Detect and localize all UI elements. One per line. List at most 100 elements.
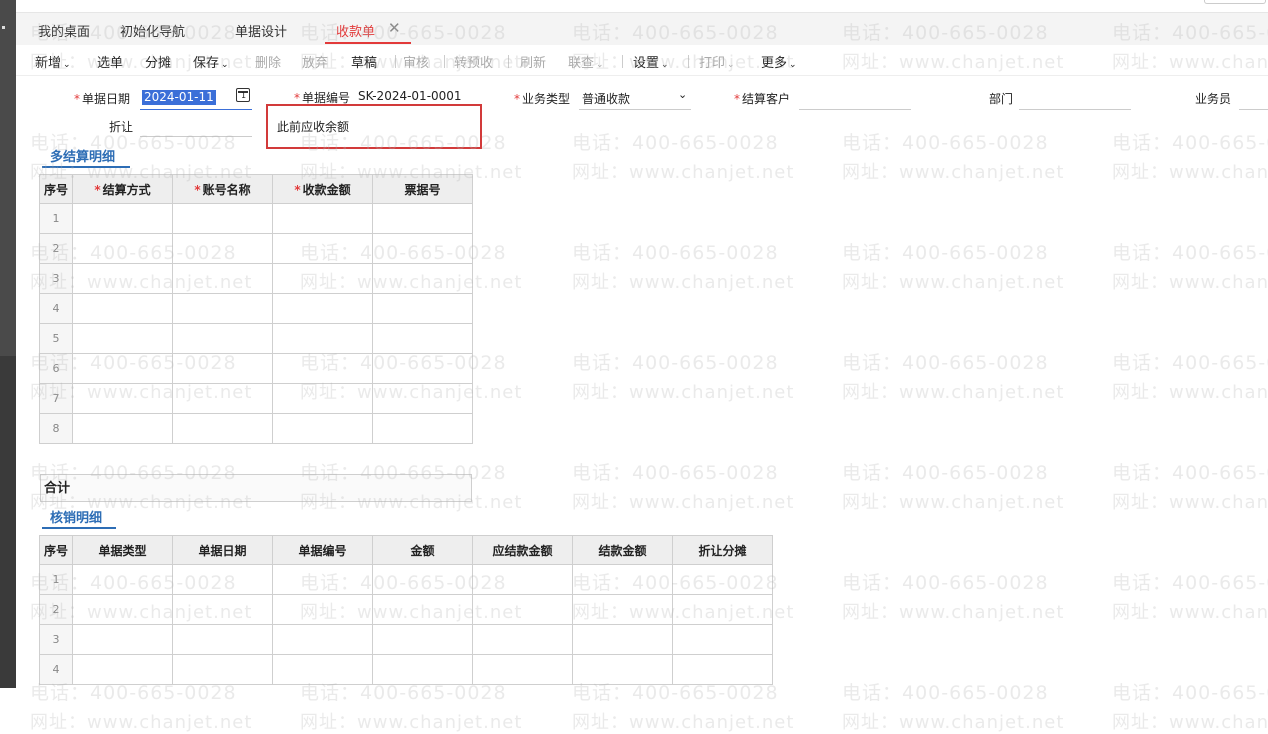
chevron-down-icon[interactable]: ⌄ xyxy=(678,88,687,101)
table-cell[interactable] xyxy=(372,624,473,655)
table-cell[interactable] xyxy=(372,233,473,264)
watermark-phone: 电话：400-665-0028 xyxy=(842,462,1049,484)
table-cell[interactable] xyxy=(272,203,373,234)
table-row: 4 xyxy=(39,293,473,324)
table-cell[interactable] xyxy=(472,624,573,655)
salesman-input[interactable] xyxy=(1239,109,1268,110)
table-cell[interactable] xyxy=(272,233,373,264)
table-cell[interactable] xyxy=(672,654,773,685)
audit-button[interactable]: 审核 xyxy=(403,52,429,71)
table-cell[interactable] xyxy=(272,323,373,354)
discard-button[interactable]: 放弃 xyxy=(302,52,328,71)
table-cell[interactable] xyxy=(172,564,273,595)
watermark-url: 网址：www.chanjet.net xyxy=(572,492,795,513)
table-cell[interactable] xyxy=(272,293,373,324)
table-cell[interactable] xyxy=(572,564,673,595)
table-cell[interactable] xyxy=(472,654,573,685)
table-cell[interactable] xyxy=(372,353,473,384)
table-cell[interactable] xyxy=(172,203,273,234)
table-cell[interactable] xyxy=(272,383,373,414)
number-field[interactable]: SK-2024-01-0001 xyxy=(358,89,462,103)
table-cell[interactable] xyxy=(272,654,373,685)
watermark-phone: 电话：400-665-0028 xyxy=(1112,682,1268,704)
more-button[interactable]: 更多 ⌄ xyxy=(761,52,797,71)
writeoff-section-title[interactable]: 核销明细 xyxy=(50,507,102,526)
table-cell[interactable] xyxy=(172,624,273,655)
table-cell[interactable] xyxy=(472,594,573,625)
table-cell[interactable] xyxy=(372,383,473,414)
tab-close-icon[interactable]: ✕ xyxy=(388,19,401,37)
table-cell[interactable] xyxy=(72,624,173,655)
table-cell[interactable] xyxy=(72,654,173,685)
table-cell[interactable] xyxy=(172,263,273,294)
top-right-control[interactable] xyxy=(1204,0,1266,4)
print-button[interactable]: 打印 ⌄ xyxy=(699,52,735,71)
table-cell[interactable] xyxy=(272,413,373,444)
table-cell[interactable] xyxy=(172,233,273,264)
table-cell[interactable] xyxy=(572,654,673,685)
table-cell[interactable] xyxy=(272,353,373,384)
biz-type-select[interactable]: 普通收款 xyxy=(582,90,630,107)
table-cell[interactable] xyxy=(372,594,473,625)
table-cell[interactable] xyxy=(372,654,473,685)
discount-input[interactable] xyxy=(140,136,252,137)
table-cell[interactable] xyxy=(72,233,173,264)
table-cell[interactable] xyxy=(72,564,173,595)
tab-receipt[interactable]: 收款单 xyxy=(336,21,375,40)
table-cell[interactable] xyxy=(672,624,773,655)
tab-doc-design[interactable]: 单据设计 xyxy=(235,21,287,40)
table-cell[interactable] xyxy=(572,624,673,655)
customer-input[interactable] xyxy=(799,109,911,110)
draft-button[interactable]: 草稿 xyxy=(351,52,377,71)
table-cell[interactable] xyxy=(372,323,473,354)
save-button[interactable]: 保存 ⌄ xyxy=(193,52,229,71)
settlement-section-title[interactable]: 多结算明细 xyxy=(50,146,115,165)
table-cell[interactable] xyxy=(172,413,273,444)
table-cell[interactable] xyxy=(72,203,173,234)
table-cell[interactable] xyxy=(372,263,473,294)
table-cell[interactable] xyxy=(272,564,373,595)
allocate-button[interactable]: 分摊 xyxy=(145,52,171,71)
table-cell[interactable] xyxy=(72,594,173,625)
link-query-button[interactable]: 联查 ⌄ xyxy=(568,52,604,71)
table-cell[interactable] xyxy=(72,263,173,294)
table-cell[interactable] xyxy=(272,263,373,294)
tab-desktop[interactable]: 我的桌面 xyxy=(38,21,90,40)
table-cell[interactable] xyxy=(272,624,373,655)
table-cell[interactable] xyxy=(672,594,773,625)
table-cell[interactable] xyxy=(672,564,773,595)
table-cell[interactable] xyxy=(272,594,373,625)
date-field[interactable]: 2024-01-11 xyxy=(142,90,216,105)
settings-button[interactable]: 设置 ⌄ xyxy=(633,52,669,71)
calendar-icon[interactable] xyxy=(236,88,250,102)
table-cell[interactable] xyxy=(72,293,173,324)
table-cell[interactable] xyxy=(172,353,273,384)
row-number: 3 xyxy=(39,263,73,294)
table-cell[interactable] xyxy=(172,654,273,685)
table-cell[interactable] xyxy=(372,203,473,234)
table-cell[interactable] xyxy=(72,383,173,414)
watermark-phone: 电话：400-665-0028 xyxy=(1112,242,1268,264)
table-row: 1 xyxy=(39,564,773,595)
table-cell[interactable] xyxy=(172,293,273,324)
table-cell[interactable] xyxy=(72,413,173,444)
watermark-url: 网址：www.chanjet.net xyxy=(1112,712,1268,733)
table-cell[interactable] xyxy=(172,323,273,354)
dept-input[interactable] xyxy=(1019,109,1131,110)
select-doc-button[interactable]: 选单 xyxy=(97,52,123,71)
tab-init-nav[interactable]: 初始化导航 xyxy=(120,21,185,40)
table-cell[interactable] xyxy=(372,413,473,444)
table-cell[interactable] xyxy=(572,594,673,625)
delete-button[interactable]: 删除 xyxy=(255,52,281,71)
to-prereceive-button[interactable]: 转预收 xyxy=(454,52,493,71)
table-cell[interactable] xyxy=(372,564,473,595)
table-cell[interactable] xyxy=(472,564,573,595)
refresh-button[interactable]: 刷新 xyxy=(520,52,546,71)
table-cell[interactable] xyxy=(72,323,173,354)
table-cell[interactable] xyxy=(72,353,173,384)
new-button[interactable]: 新增 ⌄ xyxy=(35,52,71,71)
table-cell[interactable] xyxy=(172,594,273,625)
chevron-down-icon: ⌄ xyxy=(727,60,735,70)
table-cell[interactable] xyxy=(172,383,273,414)
table-cell[interactable] xyxy=(372,293,473,324)
